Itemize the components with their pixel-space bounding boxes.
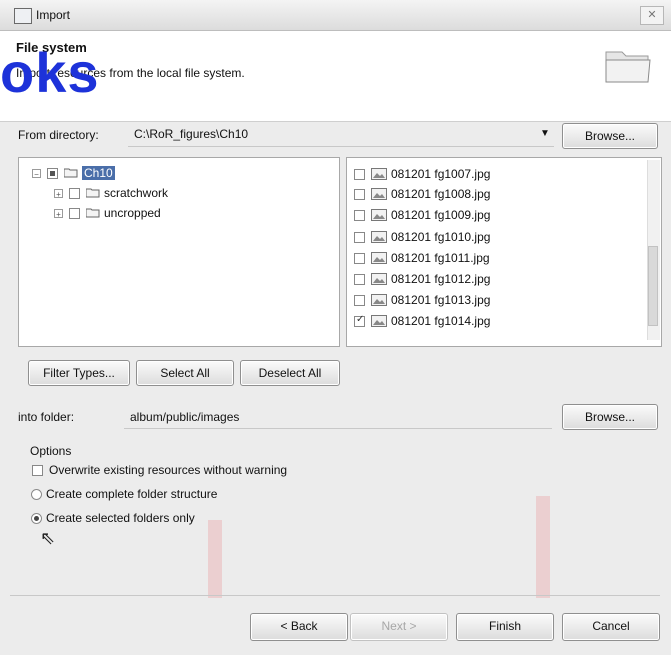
- mouse-pointer-icon: ⇖: [40, 528, 56, 548]
- image-file-icon: [371, 273, 387, 285]
- list-item[interactable]: 081201 fg1014.jpg: [354, 311, 490, 331]
- list-item[interactable]: 081201 fg1011.jpg: [354, 248, 490, 268]
- deselect-all-button[interactable]: Deselect All: [240, 360, 340, 386]
- chevron-down-icon[interactable]: ▼: [540, 128, 550, 139]
- cancel-button[interactable]: Cancel: [562, 613, 660, 641]
- tree-item-label: Ch10: [82, 166, 115, 180]
- selected-only-label: Create selected folders only: [46, 511, 195, 525]
- file-name: 081201 fg1009.jpg: [391, 208, 491, 222]
- browse-directory-button[interactable]: Browse...: [562, 123, 658, 149]
- complete-structure-option[interactable]: Create complete folder structure: [31, 487, 217, 501]
- checkbox[interactable]: [354, 252, 365, 264]
- collapse-icon[interactable]: −: [32, 168, 41, 179]
- watermark-decoration: [208, 520, 222, 598]
- image-file-icon: [371, 315, 387, 327]
- scrollbar-thumb[interactable]: [648, 246, 658, 326]
- footer-divider: [10, 595, 660, 596]
- window-icon: [14, 8, 32, 24]
- folder-icon: [86, 188, 100, 198]
- folder-open-icon: [64, 168, 78, 178]
- list-item[interactable]: 081201 fg1008.jpg: [354, 184, 490, 204]
- tree-item-label: scratchwork: [104, 186, 169, 200]
- select-all-button[interactable]: Select All: [136, 360, 234, 386]
- checkbox[interactable]: [354, 209, 365, 221]
- tree-item-label: uncropped: [104, 206, 161, 220]
- field-underline: [124, 428, 552, 429]
- list-item[interactable]: 081201 fg1010.jpg: [354, 227, 490, 247]
- image-file-icon: [371, 209, 387, 221]
- file-name: 081201 fg1011.jpg: [391, 251, 490, 265]
- from-directory-label: From directory:: [18, 128, 99, 142]
- into-folder-label: into folder:: [18, 410, 75, 424]
- image-file-icon: [371, 252, 387, 264]
- list-item[interactable]: 081201 fg1012.jpg: [354, 269, 490, 289]
- file-name: 081201 fg1014.jpg: [391, 314, 491, 328]
- folder-icon: [86, 208, 100, 218]
- checkbox[interactable]: [32, 464, 43, 476]
- file-name: 081201 fg1007.jpg: [391, 167, 491, 181]
- checkbox[interactable]: [354, 273, 365, 285]
- window-title: Import: [36, 8, 71, 22]
- image-file-icon: [371, 294, 387, 306]
- overwrite-label: Overwrite existing resources without war…: [49, 463, 288, 477]
- list-item[interactable]: 081201 fg1007.jpg: [354, 164, 490, 184]
- image-file-icon: [371, 231, 387, 243]
- expand-icon[interactable]: +: [54, 208, 63, 219]
- watermark-decoration: [536, 496, 550, 598]
- checkbox[interactable]: [354, 314, 365, 327]
- filter-types-button[interactable]: Filter Types...: [28, 360, 130, 386]
- radio-button[interactable]: [31, 512, 42, 524]
- checkbox[interactable]: [354, 294, 365, 306]
- close-button[interactable]: ✕: [640, 6, 664, 25]
- back-button[interactable]: < Back: [250, 613, 348, 641]
- checkbox[interactable]: [354, 231, 365, 243]
- list-item[interactable]: 081201 fg1009.jpg: [354, 205, 490, 225]
- browse-folder-button[interactable]: Browse...: [562, 404, 658, 430]
- checkbox[interactable]: [69, 207, 80, 219]
- folder-banner-icon: [605, 51, 651, 83]
- checkbox[interactable]: [69, 187, 80, 199]
- title-bar: [0, 0, 671, 31]
- tree-item-ch10[interactable]: − Ch10: [32, 164, 115, 182]
- into-folder-value: album/public/images: [130, 410, 240, 424]
- list-item[interactable]: 081201 fg1013.jpg: [354, 290, 490, 310]
- file-name: 081201 fg1010.jpg: [391, 230, 491, 244]
- file-name: 081201 fg1008.jpg: [391, 187, 491, 201]
- checkbox[interactable]: [47, 167, 58, 179]
- checkbox[interactable]: [354, 188, 365, 200]
- watermark-text: oks: [0, 41, 100, 104]
- radio-button[interactable]: [31, 488, 42, 500]
- overwrite-option[interactable]: Overwrite existing resources without war…: [32, 463, 287, 477]
- expand-icon[interactable]: +: [54, 188, 63, 199]
- tree-item-uncropped[interactable]: + uncropped: [54, 204, 161, 222]
- image-file-icon: [371, 188, 387, 200]
- next-button[interactable]: Next >: [350, 613, 448, 641]
- checkbox[interactable]: [354, 168, 365, 180]
- complete-structure-label: Create complete folder structure: [46, 487, 218, 501]
- finish-button[interactable]: Finish: [456, 613, 554, 641]
- from-directory-value: C:\RoR_figures\Ch10: [134, 127, 249, 141]
- combo-underline: [128, 146, 554, 147]
- file-name: 081201 fg1012.jpg: [391, 272, 491, 286]
- selected-only-option[interactable]: Create selected folders only: [31, 511, 195, 525]
- image-file-icon: [371, 168, 387, 180]
- file-name: 081201 fg1013.jpg: [391, 293, 491, 307]
- options-heading: Options: [30, 444, 72, 458]
- tree-item-scratchwork[interactable]: + scratchwork: [54, 184, 168, 202]
